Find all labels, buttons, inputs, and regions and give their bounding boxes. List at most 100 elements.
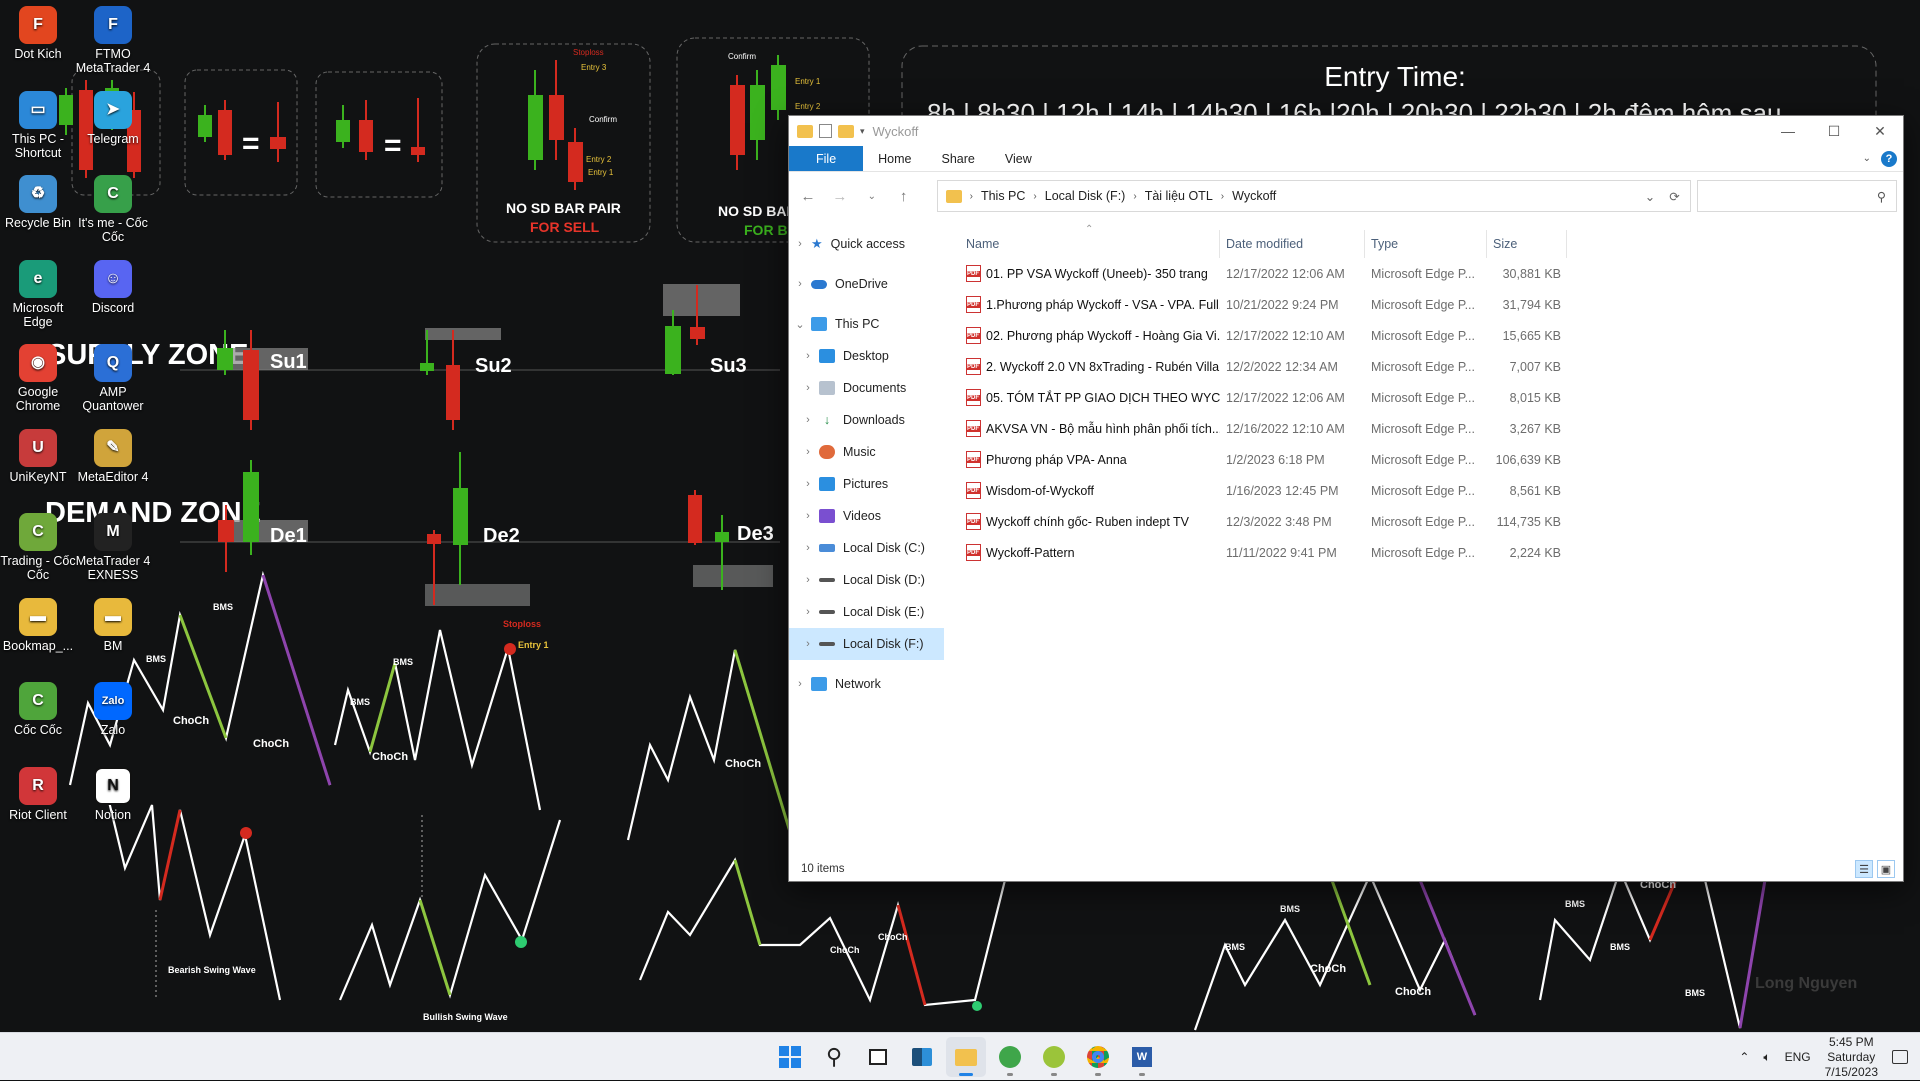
- search-button[interactable]: ⚲: [814, 1037, 854, 1077]
- file-explorer-taskbar-button[interactable]: [946, 1037, 986, 1077]
- breadcrumb-wyckoff[interactable]: Wyckoff: [1232, 189, 1276, 203]
- desktop-icon-recycle-bin[interactable]: ♻ Recycle Bin: [0, 175, 78, 230]
- nav-disk-f[interactable]: › Local Disk (F:): [789, 628, 944, 660]
- new-folder-icon[interactable]: [838, 124, 854, 138]
- nav-this-pc[interactable]: ⌄ This PC: [789, 308, 944, 340]
- forward-button[interactable]: →: [827, 183, 853, 209]
- column-header-date[interactable]: Date modified: [1220, 230, 1365, 258]
- coc-coc-trading-taskbar-button[interactable]: [1034, 1037, 1074, 1077]
- properties-icon[interactable]: [819, 124, 832, 138]
- notification-icon[interactable]: [1892, 1050, 1908, 1064]
- expand-chevron-icon[interactable]: ›: [797, 574, 819, 586]
- show-hidden-icons-chevron-icon[interactable]: ⌃: [1739, 1050, 1749, 1064]
- desktop-icon-metaeditor-4[interactable]: ✎ MetaEditor 4: [73, 428, 153, 484]
- breadcrumb-tai-lieu[interactable]: Tài liệu OTL: [1145, 189, 1213, 203]
- nav-disk-e[interactable]: › Local Disk (E:): [789, 596, 944, 628]
- collapse-chevron-icon[interactable]: ⌄: [789, 318, 811, 331]
- refresh-icon[interactable]: ⟳: [1669, 189, 1679, 204]
- nav-onedrive[interactable]: › OneDrive: [789, 268, 944, 300]
- nav-quick-access[interactable]: › ★ Quick access: [789, 228, 944, 260]
- expand-chevron-icon[interactable]: ›: [789, 678, 811, 690]
- file-row[interactable]: Wyckoff chính gốc- Ruben indept TV 12/3/2…: [960, 506, 1903, 537]
- expand-chevron-icon[interactable]: ›: [789, 238, 811, 250]
- breadcrumb-separator-icon[interactable]: ›: [1033, 191, 1036, 202]
- word-taskbar-button[interactable]: W: [1122, 1037, 1162, 1077]
- details-view-button[interactable]: ☰: [1855, 860, 1873, 878]
- desktop-icon-zalo[interactable]: Zalo Zalo: [73, 682, 153, 737]
- desktop-icon-microsoft-edge[interactable]: e Microsoft Edge: [0, 259, 78, 329]
- desktop-icon-trading-c-c-c-c[interactable]: C Trading - Cốc Cốc: [0, 513, 78, 582]
- help-icon[interactable]: ?: [1881, 150, 1897, 167]
- maximize-button[interactable]: ☐: [1811, 116, 1857, 146]
- desktop-icon-it-s-me-c-c-c-c[interactable]: C It's me - Cốc Cốc: [73, 175, 153, 244]
- nav-pictures[interactable]: › Pictures: [789, 468, 944, 500]
- address-dropdown-chevron-icon[interactable]: ⌄: [1645, 189, 1655, 204]
- desktop-icon-dot-kich[interactable]: F Dot Kich: [0, 6, 78, 61]
- file-explorer-window[interactable]: ▾ Wyckoff — ☐ ✕ File Home Share View ⌄ ?…: [788, 115, 1904, 882]
- nav-disk-d[interactable]: › Local Disk (D:): [789, 564, 944, 596]
- file-row[interactable]: Phương pháp VPA- Anna 1/2/2023 6:18 PM Mic…: [960, 444, 1903, 475]
- file-row[interactable]: 2. Wyckoff 2.0 VN 8xTrading - Rubén Vill…: [960, 351, 1903, 382]
- desktop-icon-bookmap[interactable]: ▬ Bookmap_...: [0, 597, 78, 653]
- column-header-size[interactable]: Size: [1487, 230, 1567, 258]
- search-input[interactable]: ⚲: [1696, 180, 1898, 212]
- file-row[interactable]: 01. PP VSA Wyckoff (Uneeb)- 350 trang 12/…: [960, 258, 1903, 289]
- tab-home[interactable]: Home: [863, 146, 926, 171]
- desktop-icon-bm[interactable]: ▬ BM: [73, 597, 153, 653]
- breadcrumb-separator-icon[interactable]: ›: [1133, 191, 1136, 202]
- column-header-type[interactable]: Type: [1365, 230, 1487, 258]
- file-row[interactable]: Wyckoff-Pattern 11/11/2022 9:41 PM Microso…: [960, 537, 1903, 568]
- desktop-icon-this-pc-shortcut[interactable]: ▭ This PC - Shortcut: [0, 90, 78, 160]
- tab-file[interactable]: File: [789, 146, 864, 171]
- up-button[interactable]: ↑: [891, 183, 917, 209]
- file-row[interactable]: 05. TÓM TẮT PP GIAO DỊCH THEO WYCK... 12/…: [960, 382, 1903, 413]
- desktop-icon-google-chrome[interactable]: ◉ Google Chrome: [0, 344, 78, 413]
- desktop-icon-discord[interactable]: ☺ Discord: [73, 259, 153, 315]
- expand-chevron-icon[interactable]: ›: [797, 382, 819, 394]
- title-bar[interactable]: ▾ Wyckoff — ☐ ✕: [789, 116, 1903, 146]
- nav-downloads[interactable]: › ↓ Downloads: [789, 404, 944, 436]
- desktop-icon-unikeynt[interactable]: U UniKeyNT: [0, 428, 78, 484]
- file-row[interactable]: 02. Phương pháp Wyckoff - Hoàng Gia Vi..…: [960, 320, 1903, 351]
- nav-desktop[interactable]: › Desktop: [789, 340, 944, 372]
- large-icons-view-button[interactable]: ▣: [1877, 860, 1895, 878]
- file-row[interactable]: 1.Phương pháp Wyckoff - VSA - VPA. Full.…: [960, 289, 1903, 320]
- desktop-icon-metatrader-4-exness[interactable]: M MetaTrader 4 EXNESS: [73, 513, 153, 582]
- desktop-icon-notion[interactable]: N Notion: [73, 766, 153, 822]
- desktop-icon-amp-quantower[interactable]: Q AMP Quantower: [73, 344, 153, 413]
- clock[interactable]: 5:45 PM Saturday 7/15/2023: [1825, 1035, 1878, 1080]
- nav-videos[interactable]: › Videos: [789, 500, 944, 532]
- file-row[interactable]: Wisdom-of-Wyckoff 1/16/2023 12:45 PM Micro…: [960, 475, 1903, 506]
- desktop-icon-c-c-c-c[interactable]: C Cốc Cốc: [0, 682, 78, 737]
- recent-locations-chevron-icon[interactable]: ⌄: [859, 183, 885, 209]
- breadcrumb-separator-icon[interactable]: ›: [1221, 191, 1224, 202]
- expand-chevron-icon[interactable]: ›: [789, 278, 811, 290]
- expand-chevron-icon[interactable]: ›: [797, 638, 819, 650]
- nav-documents[interactable]: › Documents: [789, 372, 944, 404]
- back-button[interactable]: ←: [795, 183, 821, 209]
- expand-chevron-icon[interactable]: ›: [797, 446, 819, 458]
- task-view-button[interactable]: [858, 1037, 898, 1077]
- desktop-icon-riot-client[interactable]: R Riot Client: [0, 766, 78, 822]
- nav-music[interactable]: › Music: [789, 436, 944, 468]
- customize-toolbar-chevron-icon[interactable]: ▾: [860, 126, 865, 137]
- widgets-button[interactable]: [902, 1037, 942, 1077]
- tab-view[interactable]: View: [990, 146, 1047, 171]
- coc-coc-taskbar-button[interactable]: [990, 1037, 1030, 1077]
- expand-chevron-icon[interactable]: ›: [797, 606, 819, 618]
- address-bar[interactable]: › This PC › Local Disk (F:) › Tài liệu O…: [936, 180, 1691, 212]
- expand-chevron-icon[interactable]: ›: [797, 542, 819, 554]
- nav-disk-c[interactable]: › Local Disk (C:): [789, 532, 944, 564]
- start-button[interactable]: [770, 1037, 810, 1077]
- breadcrumb-this-pc[interactable]: This PC: [981, 189, 1025, 203]
- speaker-icon[interactable]: 🔈︎: [1763, 1050, 1770, 1065]
- nav-network[interactable]: › Network: [789, 668, 944, 700]
- expand-chevron-icon[interactable]: ›: [797, 510, 819, 522]
- desktop-icon-telegram[interactable]: ➤ Telegram: [73, 90, 153, 146]
- chrome-taskbar-button[interactable]: [1078, 1037, 1118, 1077]
- expand-chevron-icon[interactable]: ›: [797, 478, 819, 490]
- minimize-button[interactable]: —: [1765, 116, 1811, 146]
- file-row[interactable]: AKVSA VN - Bộ mẫu hình phân phối tích...…: [960, 413, 1903, 444]
- desktop-icon-ftmo-metatrader-4[interactable]: F FTMO MetaTrader 4: [73, 6, 153, 75]
- expand-ribbon-chevron-icon[interactable]: ⌄: [1863, 153, 1871, 164]
